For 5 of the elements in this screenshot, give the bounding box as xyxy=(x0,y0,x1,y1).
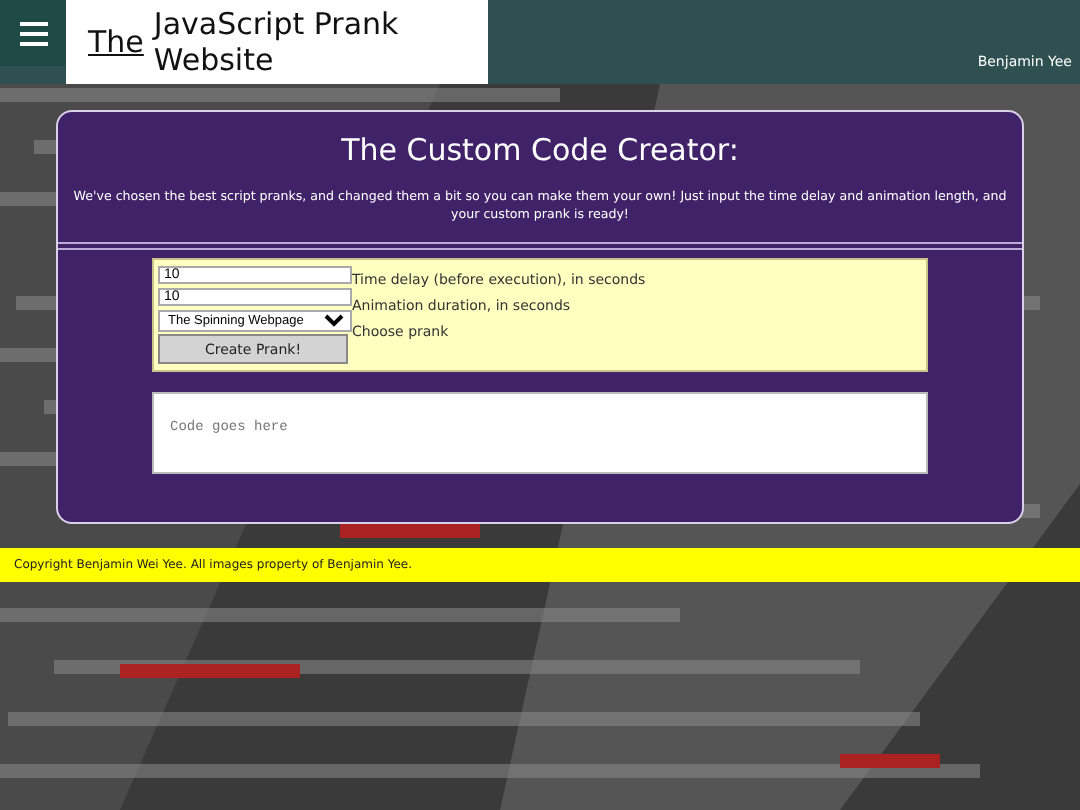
panel-heading: The Custom Code Creator: xyxy=(341,132,739,168)
site-title: JavaScript Prank Website xyxy=(153,6,401,78)
menu-button[interactable] xyxy=(0,0,66,66)
site-title-link[interactable]: The xyxy=(88,24,144,60)
menu-icon xyxy=(19,21,47,45)
